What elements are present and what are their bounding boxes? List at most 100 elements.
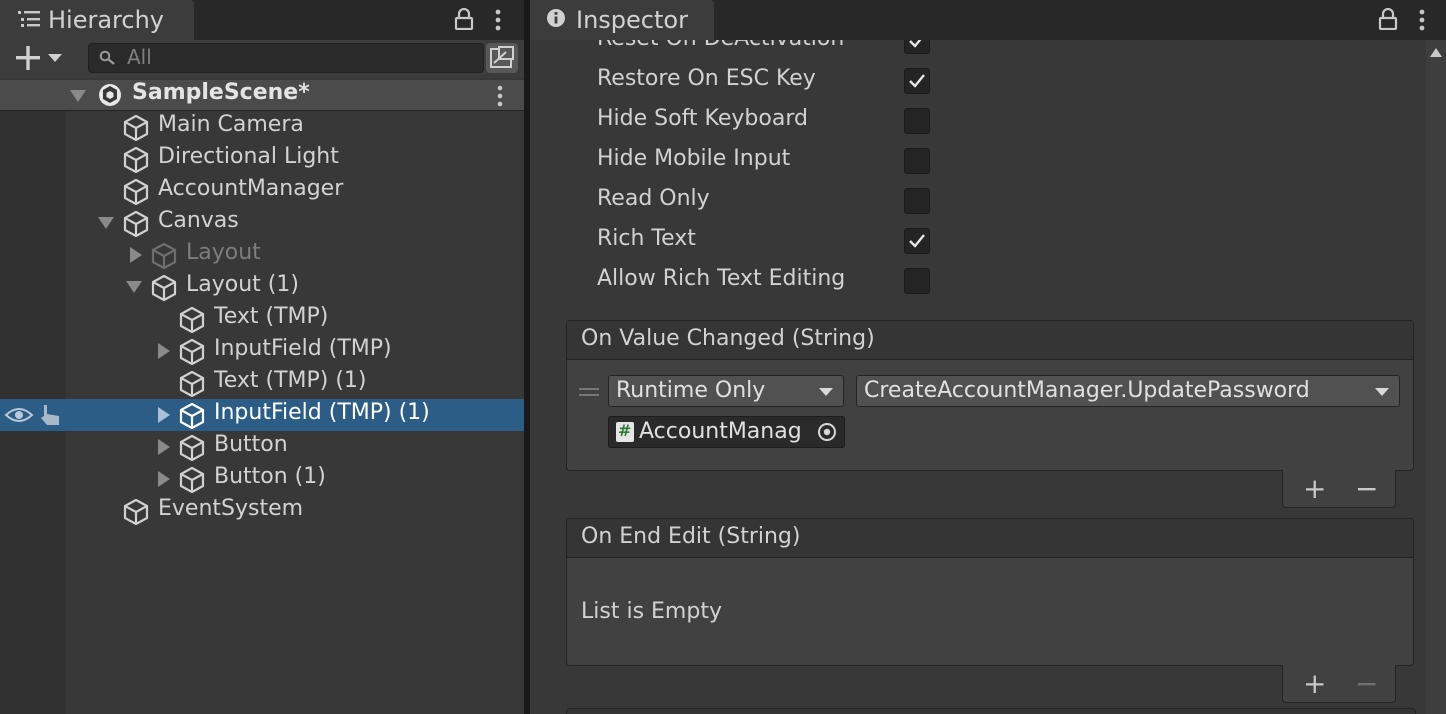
next-component-edge <box>566 708 1416 714</box>
empty-list-text: List is Empty <box>581 599 722 624</box>
target-object-field[interactable]: # AccountManag <box>608 416 845 448</box>
hierarchy-item-label: Text (TMP) (1) <box>214 368 367 393</box>
function-value: CreateAccountManager.UpdatePassword <box>864 378 1310 403</box>
hierarchy-item-eventsystem[interactable]: EventSystem <box>0 495 524 527</box>
hierarchy-item-layout[interactable]: Layout <box>0 239 524 271</box>
hierarchy-item-canvas[interactable]: Canvas <box>0 207 524 239</box>
on-value-changed-event: On Value Changed (String) Runtime Only C… <box>566 320 1414 471</box>
hierarchy-item-layout-1[interactable]: Layout (1) <box>0 271 524 303</box>
hierarchy-item-label: InputField (TMP) (1) <box>214 400 430 425</box>
expand-arrow-icon[interactable] <box>158 471 170 487</box>
add-listener-button[interactable]: + <box>1303 667 1326 700</box>
gameobject-icon <box>178 466 206 498</box>
hierarchy-item-label: Button (1) <box>214 464 326 489</box>
hierarchy-item-text-tmp[interactable]: Text (TMP) <box>0 303 524 335</box>
allow-rich-text-editing-checkbox[interactable] <box>904 268 930 294</box>
scroll-up-arrow-icon[interactable] <box>1430 48 1442 57</box>
gameobject-icon <box>150 242 178 274</box>
hierarchy-item-label: InputField (TMP) <box>214 336 392 361</box>
more-options-icon[interactable] <box>1418 8 1426 36</box>
hierarchy-item-button[interactable]: Button <box>0 431 524 463</box>
hierarchy-item-inputfield-tmp-1[interactable]: InputField (TMP) (1) <box>0 399 524 431</box>
pickable-hand-icon[interactable] <box>38 403 64 431</box>
hierarchy-item-inputfield-tmp[interactable]: InputField (TMP) <box>0 335 524 367</box>
tab-hierarchy[interactable]: Hierarchy <box>0 0 194 40</box>
runtime-mode-value: Runtime Only <box>616 378 766 403</box>
hierarchy-tabbar: Hierarchy <box>0 0 524 40</box>
drag-handle-icon[interactable] <box>579 383 599 402</box>
hierarchy-item-text-tmp-1[interactable]: Text (TMP) (1) <box>0 367 524 399</box>
remove-listener-button[interactable]: − <box>1355 667 1378 700</box>
hierarchy-item-button-1[interactable]: Button (1) <box>0 463 524 495</box>
visibility-eye-icon[interactable] <box>4 405 34 429</box>
expand-arrow-icon[interactable] <box>130 247 142 263</box>
rich-text-checkbox[interactable] <box>904 228 930 254</box>
more-options-icon[interactable] <box>494 8 502 36</box>
hierarchy-item-label: Main Camera <box>158 112 304 137</box>
property-rich-text: Rich Text <box>597 222 1437 262</box>
runtime-mode-dropdown[interactable]: Runtime Only <box>608 375 844 407</box>
event-header: On Value Changed (String) <box>567 321 1413 360</box>
property-hide-mobile-input: Hide Mobile Input <box>597 142 1437 182</box>
property-hide-soft-keyboard: Hide Soft Keyboard <box>597 102 1437 142</box>
scene-options-icon[interactable] <box>496 84 504 112</box>
hierarchy-item-label: Directional Light <box>158 144 339 169</box>
unity-scene-icon <box>96 82 124 112</box>
collapse-arrow-icon[interactable] <box>70 90 86 102</box>
gameobject-icon <box>122 146 150 178</box>
search-input[interactable]: All <box>88 43 484 73</box>
hierarchy-item-label: Layout <box>186 240 261 265</box>
read-only-checkbox[interactable] <box>904 188 930 214</box>
hierarchy-item-directional-light[interactable]: Directional Light <box>0 143 524 175</box>
property-label: Hide Soft Keyboard <box>597 106 808 131</box>
hierarchy-item-label: Layout (1) <box>186 272 299 297</box>
collapse-arrow-icon[interactable] <box>98 217 114 229</box>
list-icon <box>18 6 40 34</box>
hierarchy-panel: Hierarchy All SampleScene* Main Camera D… <box>0 0 524 714</box>
object-picker-icon[interactable] <box>810 417 844 447</box>
scene-row[interactable]: SampleScene* <box>0 80 524 111</box>
gameobject-icon <box>178 434 206 466</box>
tab-inspector-label: Inspector <box>576 6 688 34</box>
expand-arrow-icon[interactable] <box>158 439 170 455</box>
function-dropdown[interactable]: CreateAccountManager.UpdatePassword <box>856 375 1400 407</box>
hide-mobile-input-checkbox[interactable] <box>904 148 930 174</box>
event-header: On End Edit (String) <box>567 519 1413 558</box>
script-icon: # <box>616 421 634 442</box>
gameobject-icon <box>122 178 150 210</box>
property-label: Hide Mobile Input <box>597 146 791 171</box>
property-label: Allow Rich Text Editing <box>597 266 846 291</box>
lock-icon[interactable] <box>1378 7 1398 34</box>
hierarchy-item-main-camera[interactable]: Main Camera <box>0 111 524 143</box>
add-listener-button[interactable]: + <box>1303 472 1326 505</box>
gameobject-icon <box>122 498 150 530</box>
property-label: Restore On ESC Key <box>597 66 816 91</box>
collapse-arrow-icon[interactable] <box>126 281 142 293</box>
event-title: On End Edit (String) <box>581 524 801 549</box>
property-label: Read Only <box>597 186 710 211</box>
tab-inspector[interactable]: Inspector <box>530 0 714 40</box>
remove-listener-button[interactable]: − <box>1355 472 1378 505</box>
gameobject-icon <box>178 370 206 402</box>
create-button[interactable] <box>14 41 66 79</box>
target-object-name: AccountManag <box>639 419 802 444</box>
search-placeholder: All <box>127 45 152 69</box>
on-end-edit-footer: + − <box>1282 665 1396 703</box>
hierarchy-item-label: AccountManager <box>158 176 344 201</box>
inspector-scrollbar[interactable] <box>1426 40 1446 714</box>
gameobject-icon <box>178 402 206 434</box>
expand-arrow-icon[interactable] <box>158 343 170 359</box>
chevron-down-icon <box>819 388 833 396</box>
lock-icon[interactable] <box>454 7 474 34</box>
hierarchy-item-accountmanager[interactable]: AccountManager <box>0 175 524 207</box>
expand-arrow-icon[interactable] <box>158 407 170 423</box>
gameobject-icon <box>122 114 150 146</box>
hide-soft-keyboard-checkbox[interactable] <box>904 108 930 134</box>
tab-hierarchy-label: Hierarchy <box>48 6 165 34</box>
scene-visibility-button[interactable] <box>486 43 518 73</box>
restore-on-esc-key-checkbox[interactable] <box>904 68 930 94</box>
gameobject-icon <box>150 274 178 306</box>
property-restore-on-esc-key: Restore On ESC Key <box>597 62 1437 102</box>
property-label: Rich Text <box>597 226 696 251</box>
hierarchy-item-label: EventSystem <box>158 496 304 521</box>
